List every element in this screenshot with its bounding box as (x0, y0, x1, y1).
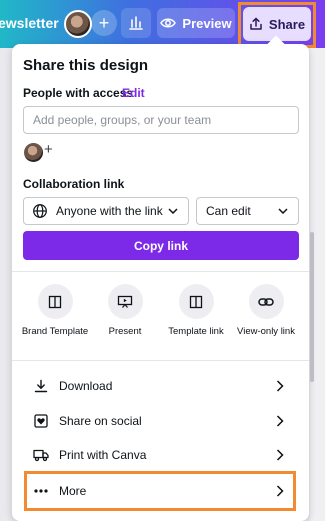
download-row[interactable]: Download (23, 369, 299, 403)
print-with-canva-label: Print with Canva (59, 448, 147, 462)
add-person-button[interactable]: + (44, 141, 53, 158)
template-link-label: Template link (168, 326, 224, 337)
template-link-option[interactable]: Template link (161, 284, 231, 338)
chevron-down-icon (168, 208, 178, 214)
permission-value: Can edit (206, 204, 251, 218)
document-title[interactable]: ewsletter (0, 15, 59, 31)
preview-label: Preview (182, 15, 232, 31)
brand-template-label: Brand Template (21, 326, 89, 337)
heart-icon (34, 414, 48, 428)
view-only-link-option[interactable]: View-only link (231, 284, 301, 338)
permission-select[interactable]: Can edit (196, 197, 299, 225)
brand-template-option[interactable]: Brand Template (20, 284, 90, 338)
chevron-right-icon (276, 380, 284, 392)
globe-icon (33, 204, 47, 218)
insights-button[interactable] (121, 8, 151, 38)
panel-scrollbar[interactable] (310, 232, 314, 382)
people-with-access-label: People with access (23, 86, 134, 100)
print-with-canva-row[interactable]: Print with Canva (23, 438, 299, 472)
share-on-social-row[interactable]: Share on social (23, 404, 299, 438)
panel-title: Share this design (23, 57, 149, 74)
bar-chart-icon (129, 16, 143, 30)
link-access-value: Anyone with the link (56, 204, 163, 218)
layout-icon (48, 295, 62, 308)
eye-icon (160, 18, 177, 28)
add-people-input[interactable] (23, 106, 299, 134)
edit-access-link[interactable]: Edit (122, 86, 145, 100)
more-row-highlight (24, 471, 296, 511)
present-label: Present (108, 326, 142, 337)
download-label: Download (59, 379, 113, 393)
divider (12, 271, 309, 272)
preview-button[interactable]: Preview (157, 8, 235, 38)
divider (12, 360, 309, 361)
view-only-link-label: View-only link (237, 326, 295, 337)
present-option[interactable]: Present (90, 284, 160, 338)
layout-icon (189, 295, 203, 308)
chevron-right-icon (276, 415, 284, 427)
share-on-social-label: Share on social (59, 414, 142, 428)
truck-icon (33, 449, 49, 462)
copy-link-button[interactable]: Copy link (23, 231, 299, 260)
link-access-select[interactable]: Anyone with the link (23, 197, 189, 225)
download-icon (34, 379, 48, 393)
user-avatar[interactable] (64, 10, 92, 38)
chevron-right-icon (276, 449, 284, 461)
present-icon (117, 295, 133, 308)
collaborator-avatar[interactable] (24, 143, 43, 162)
link-icon (258, 297, 274, 306)
chevron-down-icon (278, 208, 288, 214)
add-collaborator-button[interactable]: + (91, 10, 117, 36)
collaboration-link-label: Collaboration link (23, 177, 125, 191)
